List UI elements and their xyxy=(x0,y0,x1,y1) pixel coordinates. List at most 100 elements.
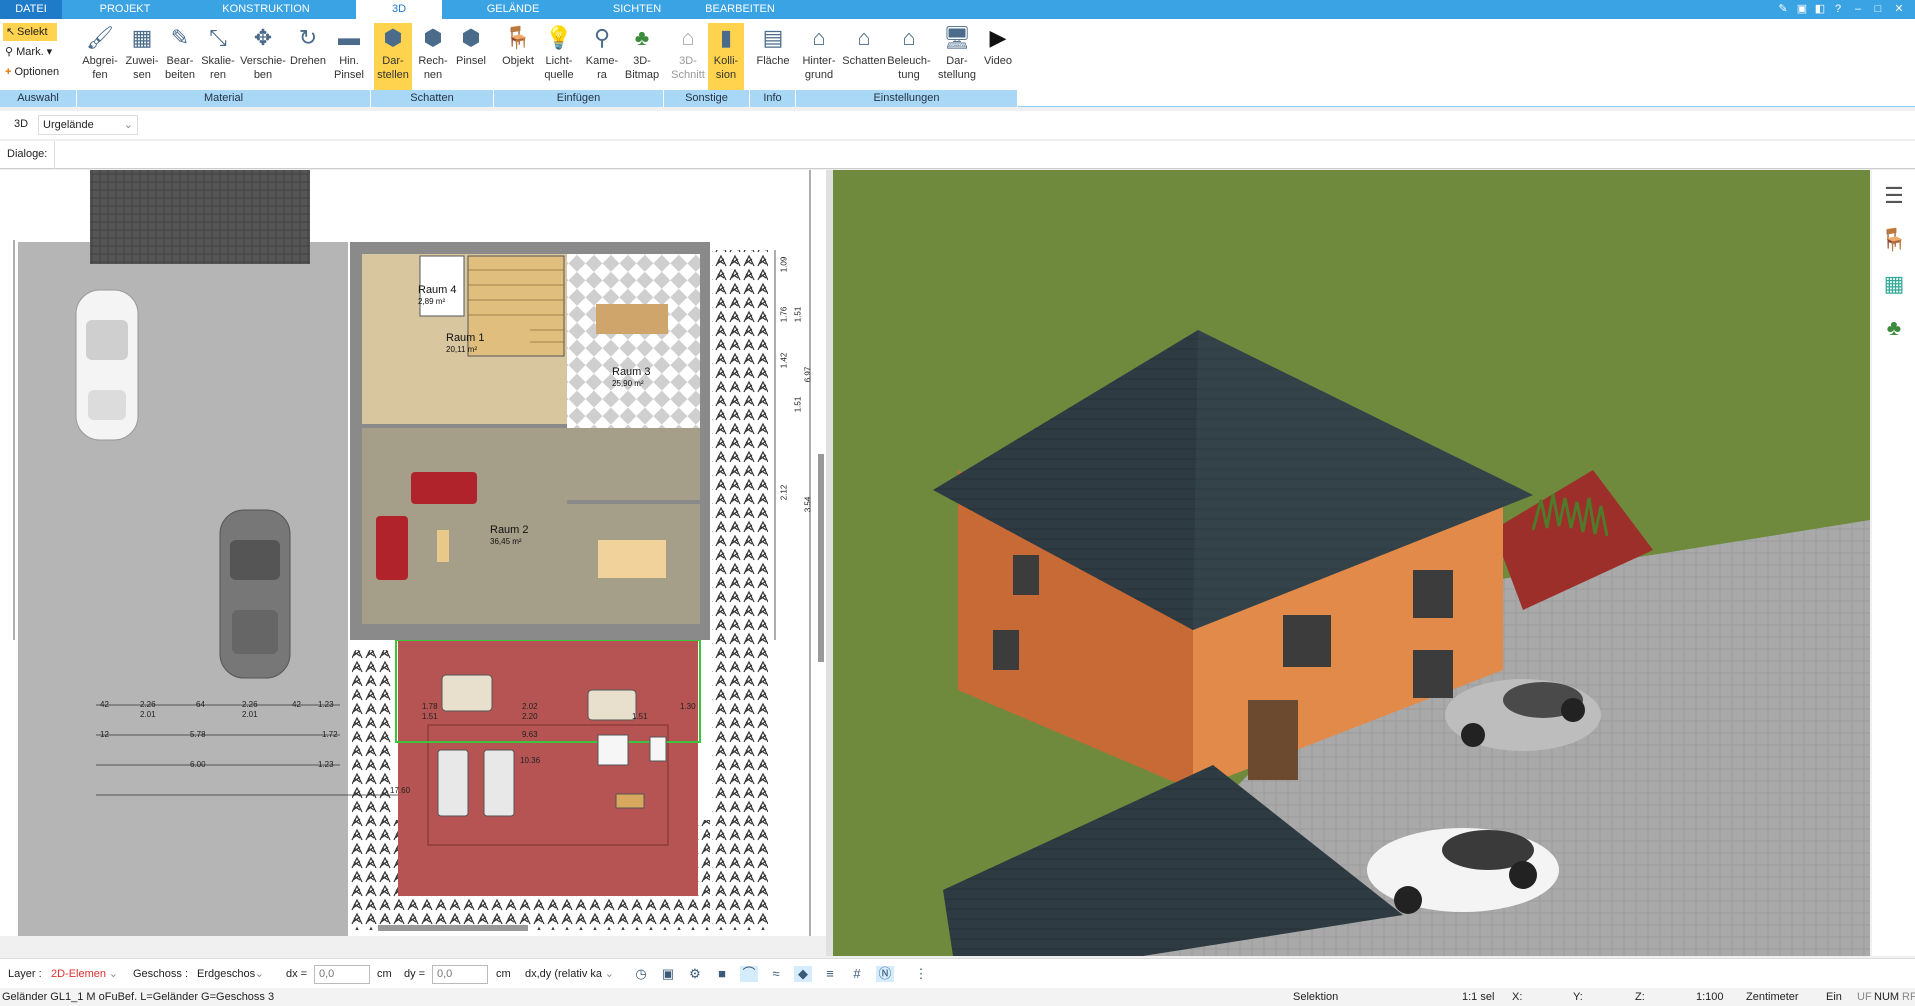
dimension-label: 2.26 xyxy=(242,700,258,709)
room-label: Raum 2 36,45 m² xyxy=(490,524,529,546)
split-divider[interactable] xyxy=(826,170,833,956)
pinsel-button[interactable]: ⬢ Pinsel xyxy=(452,23,490,91)
objekt-button[interactable]: 🪑 Objekt xyxy=(498,23,538,91)
car-grey xyxy=(219,509,291,679)
move-icon: ✥ xyxy=(253,25,273,50)
floor-plan-view[interactable]: Raum 4 2,89 m² Raum 1 20,11 m² Raum 3 25,90… xyxy=(0,170,826,936)
lighting-icon: ⌂ xyxy=(902,25,916,50)
chevron-down-icon: ⌄ xyxy=(254,968,264,980)
beleuchtung-button[interactable]: ⌂ Beleuch- tung xyxy=(884,23,934,91)
skalieren-button[interactable]: ⤡ Skalie- ren xyxy=(196,23,240,91)
close-icon[interactable]: ✕ xyxy=(1891,1,1907,17)
floor-select[interactable]: Erdgeschos ⌄ xyxy=(192,965,268,984)
monitor-icon: 🖥 xyxy=(943,25,971,50)
material-icon[interactable]: ▦ xyxy=(1880,270,1908,298)
calculate-icon: ⬢ xyxy=(423,25,443,50)
darstellung-button[interactable]: 🖥 Dar- stellung xyxy=(934,23,980,91)
snap-icon[interactable]: ⌒ xyxy=(740,966,758,982)
lichtquelle-button[interactable]: 💡 Licht- quelle xyxy=(538,23,580,91)
north-icon[interactable]: Ⓝ xyxy=(876,966,894,982)
dy-input[interactable]: 0,0 xyxy=(432,965,488,984)
dx-unit: cm xyxy=(377,968,392,980)
paint-icon: ⬢ xyxy=(461,25,481,50)
grid-icon[interactable]: # xyxy=(848,966,866,982)
tab-bearbeiten[interactable]: BEARBEITEN xyxy=(700,0,780,19)
3d-bitmap-button[interactable]: ♣ 3D- Bitmap xyxy=(622,23,662,91)
hin-pinsel-button[interactable]: ▬ Hin. Pinsel xyxy=(328,23,370,91)
hintergrund-button[interactable]: ⌂ Hinter- grund xyxy=(798,23,840,91)
select-button[interactable]: ↖ Selekt xyxy=(3,23,57,41)
coordinate-mode-select[interactable]: dx,dy (relativ ka ⌄ xyxy=(520,965,618,984)
mark-button[interactable]: ⚲ Mark. ▾ xyxy=(5,44,52,60)
flaeche-button[interactable]: ▤ Fläche xyxy=(752,23,794,91)
darstellen-button[interactable]: ⬢ Dar- stellen xyxy=(374,23,412,91)
wave-icon[interactable]: ≈ xyxy=(767,966,785,982)
status-x: X: xyxy=(1512,991,1523,1003)
schatten-button[interactable]: ⌂ Schatten xyxy=(838,23,890,91)
status-num: NUM xyxy=(1874,991,1900,1003)
tab-konstruktion[interactable]: KONSTRUKTION xyxy=(218,0,314,19)
dimension-label: 2.12 xyxy=(779,484,789,501)
tab-sichten[interactable]: SICHTEN xyxy=(600,0,674,19)
monitor-icon[interactable]: ▣ xyxy=(659,966,677,982)
layer-label: Layer : xyxy=(8,968,42,980)
dx-input[interactable]: 0,0 xyxy=(314,965,370,984)
terrain-select[interactable]: Urgelände ⌄ xyxy=(38,115,138,135)
rechnen-button[interactable]: ⬢ Rech- nen xyxy=(414,23,452,91)
dimension-label: 5.78 xyxy=(190,730,206,739)
minimize-icon[interactable]: – xyxy=(1850,1,1866,17)
tab-3d[interactable]: 3D xyxy=(356,0,442,19)
dimension-label: 9.63 xyxy=(522,730,538,739)
background-icon: ⌂ xyxy=(812,25,826,50)
maximize-icon[interactable]: □ xyxy=(1870,1,1886,17)
group-einstellungen: Einstellungen xyxy=(796,90,1018,107)
3d-view[interactable] xyxy=(833,170,1870,956)
dimension-label: 1.51 xyxy=(422,712,438,721)
dimension-label: 1.42 xyxy=(779,352,789,369)
status-y: Y: xyxy=(1573,991,1583,1003)
drehen-button[interactable]: ↻ Drehen xyxy=(288,23,328,91)
video-button[interactable]: ▶ Video xyxy=(978,23,1018,91)
chevron-down-icon: ⌄ xyxy=(108,968,118,980)
chevron-down-icon: ⌄ xyxy=(123,119,133,131)
options-button[interactable]: + Optionen xyxy=(5,64,59,80)
tree-icon[interactable]: ♣ xyxy=(1880,314,1908,342)
help-icon[interactable]: ? xyxy=(1830,1,1846,17)
dimension-label: 1.72 xyxy=(322,730,338,739)
tab-gelaende[interactable]: GELÄNDE xyxy=(478,0,548,19)
tab-projekt[interactable]: PROJEKT xyxy=(90,0,160,19)
ribbon: ↖ Selekt ⚲ Mark. ▾ + Optionen 🖌 Abgrei- fe… xyxy=(0,19,1018,107)
dimension-label: 17.60 xyxy=(390,786,411,795)
tools-icon[interactable]: ✎ xyxy=(1775,1,1791,17)
kamera-button[interactable]: ⚲ Kame- ra xyxy=(582,23,622,91)
kollision-button[interactable]: ▮ Kolli- sion xyxy=(708,23,744,91)
object-icon[interactable]: ■ xyxy=(713,966,731,982)
floor-plan-drawing xyxy=(13,170,824,936)
status-rf: RF xyxy=(1902,991,1915,1003)
room-label: Raum 1 20,11 m² xyxy=(446,332,485,354)
status-scale: 1:100 xyxy=(1696,991,1724,1003)
more-icon[interactable]: ⋮ xyxy=(912,966,930,982)
bottom-toolbar: Layer : 2D-Elemen ⌄ Geschoss : Erdgeschos… xyxy=(0,958,1915,988)
chair-icon[interactable]: 🪑 xyxy=(1880,226,1908,254)
abgreifen-button[interactable]: 🖌 Abgrei- fen xyxy=(78,23,122,91)
layers-icon[interactable]: ≡ xyxy=(821,966,839,982)
camera-icon[interactable]: ⚙ xyxy=(686,966,704,982)
3d-schnitt-button[interactable]: ⌂ 3D- Schnitt xyxy=(670,23,706,91)
save-icon[interactable]: ▣ xyxy=(1794,1,1810,17)
dimension-label: 1.51 xyxy=(793,306,803,323)
verschieben-button[interactable]: ✥ Verschie- ben xyxy=(236,23,290,91)
layers-icon[interactable]: ☰ xyxy=(1880,182,1908,210)
view-mode-label: 3D xyxy=(14,118,29,130)
play-icon: ▶ xyxy=(989,25,1007,50)
tree-icon: ♣ xyxy=(634,25,650,50)
window-icon[interactable]: ◧ xyxy=(1812,1,1828,17)
scale-icon: ⤡ xyxy=(209,25,227,50)
layer-select[interactable]: 2D-Elemen ⌄ xyxy=(46,965,122,984)
tab-datei[interactable]: DATEI xyxy=(0,0,62,19)
ribbon-empty-area xyxy=(1018,19,1915,107)
display-icon: ⬢ xyxy=(383,25,403,50)
plane-icon[interactable]: ◆ xyxy=(794,966,812,982)
dy-label: dy = xyxy=(404,968,426,980)
clock-icon[interactable]: ◷ xyxy=(632,966,650,982)
